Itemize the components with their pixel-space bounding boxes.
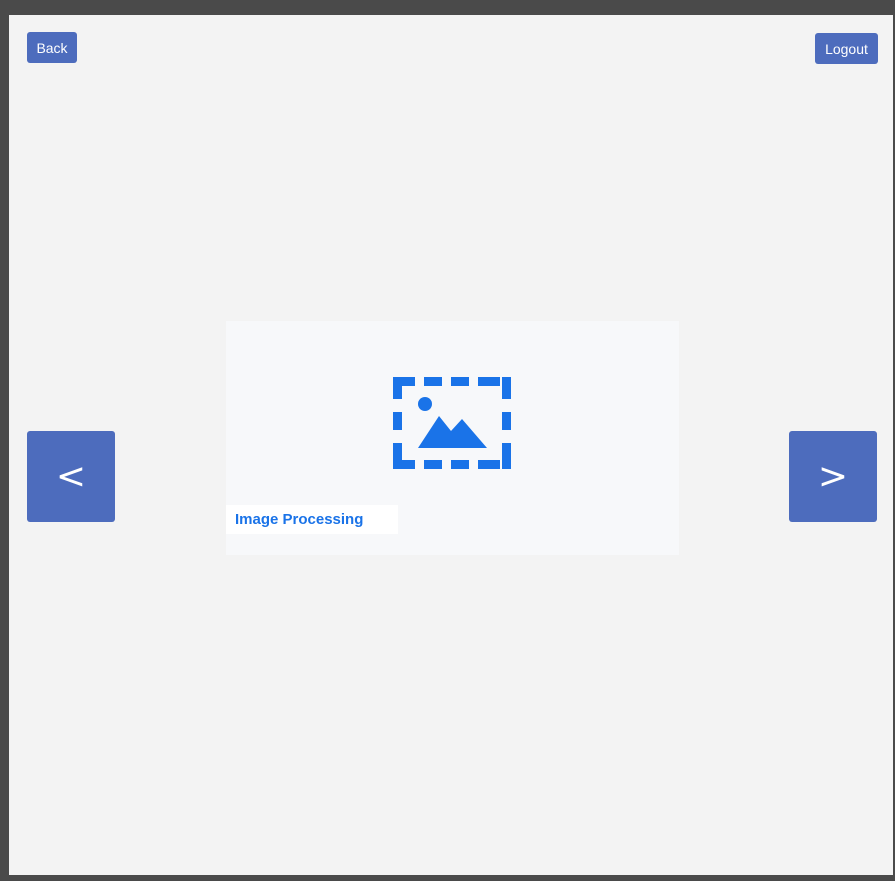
back-button[interactable]: Back (27, 32, 77, 63)
device-frame: Back Logout < Image Processing > (0, 0, 895, 881)
app-screen: Back Logout < Image Processing > (9, 15, 893, 875)
logout-button[interactable]: Logout (815, 33, 878, 64)
previous-button[interactable]: < (27, 431, 115, 522)
card-title: Image Processing (235, 511, 364, 528)
image-placeholder-icon (393, 377, 511, 469)
next-button[interactable]: > (789, 431, 877, 522)
carousel-card[interactable]: Image Processing (226, 321, 679, 555)
card-label-container: Image Processing (226, 505, 398, 534)
